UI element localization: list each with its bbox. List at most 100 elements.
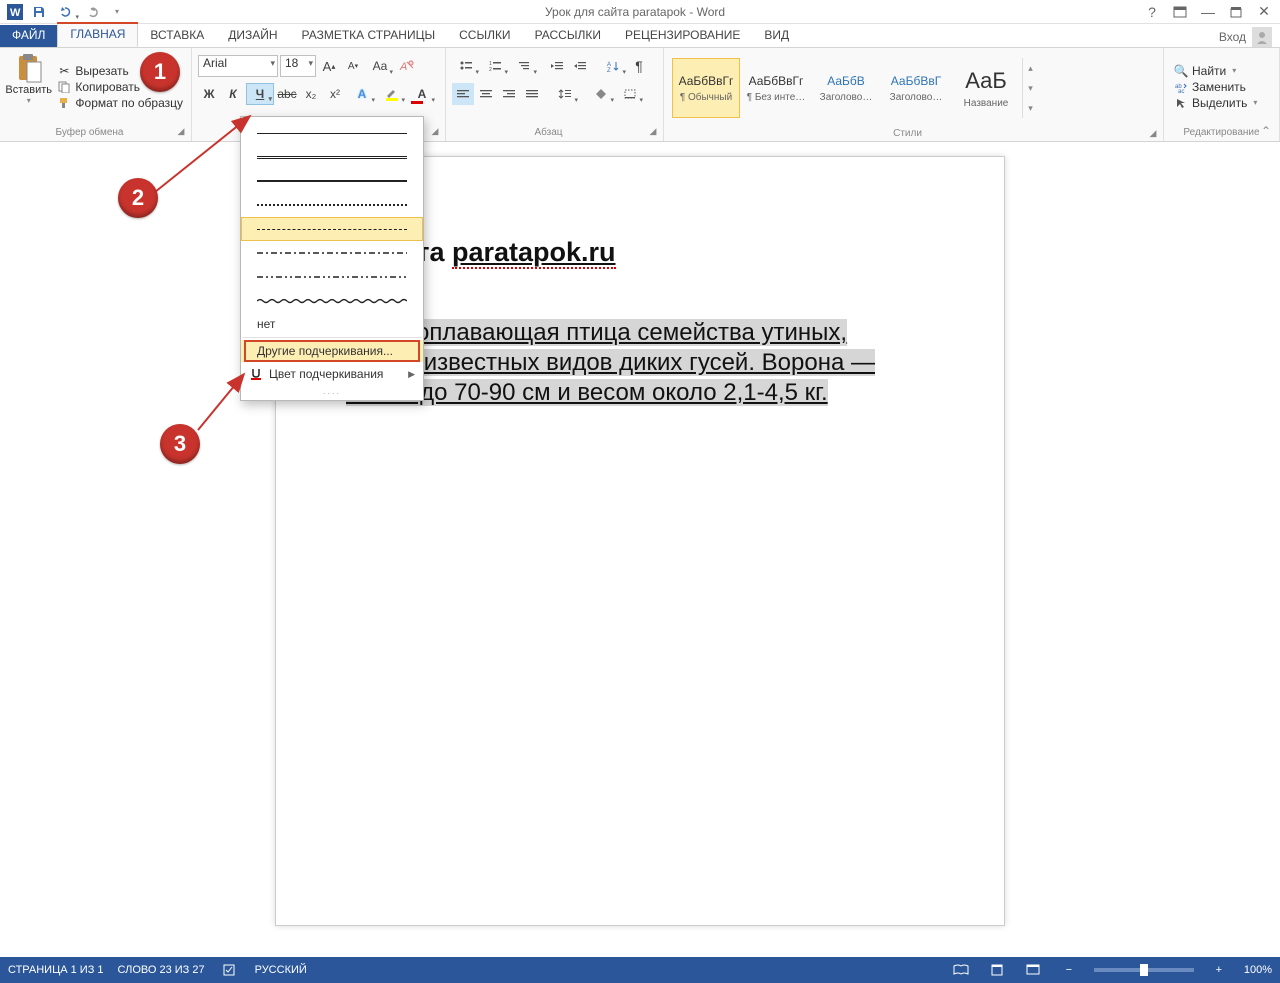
- borders-button[interactable]: [616, 83, 644, 105]
- brush-icon: [57, 96, 71, 110]
- document-area[interactable]: я сайта paratapok.ru — водоплавающая пти…: [0, 142, 1280, 957]
- status-language[interactable]: РУССКИЙ: [255, 964, 307, 976]
- highlight-button[interactable]: [378, 83, 406, 105]
- line-spacing-button[interactable]: [551, 83, 579, 105]
- font-name-combo[interactable]: Arial: [198, 55, 278, 77]
- qat-customize-button[interactable]: ▾: [106, 2, 128, 22]
- style-item[interactable]: АаБбВвГЗаголово…: [882, 58, 950, 118]
- styles-scroll[interactable]: ▴▾▾: [1022, 58, 1038, 118]
- status-words[interactable]: СЛОВО 23 ИЗ 27: [118, 964, 205, 976]
- styles-launcher[interactable]: ◢: [1147, 128, 1159, 140]
- paste-button[interactable]: Вставить: [5, 84, 52, 96]
- underline-more[interactable]: Другие подчеркивания...: [241, 340, 423, 362]
- shading-button[interactable]: [587, 83, 615, 105]
- view-read-button[interactable]: [950, 964, 972, 976]
- underline-button[interactable]: Ч: [246, 83, 274, 105]
- paste-icon[interactable]: [13, 52, 45, 84]
- group-label-styles: Стили: [668, 128, 1147, 139]
- tab-references[interactable]: ССЫЛКИ: [447, 25, 522, 47]
- align-center-button[interactable]: [475, 83, 497, 105]
- underline-wave[interactable]: [241, 289, 423, 313]
- collapse-ribbon-button[interactable]: ⌃: [1258, 123, 1274, 139]
- find-button[interactable]: 🔍Найти▾: [1174, 64, 1257, 78]
- underline-single[interactable]: [241, 121, 423, 145]
- bold-button[interactable]: Ж: [198, 83, 220, 105]
- redo-button[interactable]: [82, 2, 104, 22]
- group-label-clipboard: Буфер обмена: [4, 127, 175, 138]
- style-item[interactable]: АаБбВЗаголово…: [812, 58, 880, 118]
- style-item[interactable]: АаБбВвГг¶ Обычный: [672, 58, 740, 118]
- underline-dot-dot-dash[interactable]: [241, 265, 423, 289]
- underline-color[interactable]: Цвет подчеркивания ▶: [241, 362, 423, 386]
- format-painter-button[interactable]: Формат по образцу: [57, 96, 183, 110]
- outdent-button[interactable]: [546, 55, 568, 77]
- indent-button[interactable]: [569, 55, 591, 77]
- superscript-button[interactable]: x²: [324, 83, 346, 105]
- underline-dot-dash[interactable]: [241, 241, 423, 265]
- group-styles: АаБбВвГг¶ ОбычныйАаБбВвГг¶ Без инте…АаБб…: [664, 48, 1164, 141]
- underline-dotted[interactable]: [241, 193, 423, 217]
- login-link[interactable]: Вход: [1219, 30, 1246, 44]
- strikethrough-button[interactable]: abc: [276, 83, 298, 105]
- zoom-in-button[interactable]: +: [1208, 964, 1230, 976]
- callout-3: 3: [160, 424, 200, 464]
- ribbon-tabs: ФАЙЛ ГЛАВНАЯ ВСТАВКА ДИЗАЙН РАЗМЕТКА СТР…: [0, 24, 1280, 48]
- view-web-button[interactable]: [1022, 964, 1044, 976]
- tab-review[interactable]: РЕЦЕНЗИРОВАНИЕ: [613, 25, 752, 47]
- align-left-button[interactable]: [452, 83, 474, 105]
- undo-button[interactable]: [52, 2, 80, 22]
- change-case-button[interactable]: Aa: [366, 55, 394, 77]
- tab-insert[interactable]: ВСТАВКА: [138, 25, 216, 47]
- grow-font-button[interactable]: A▴: [318, 55, 340, 77]
- underline-double[interactable]: [241, 145, 423, 169]
- save-button[interactable]: [28, 2, 50, 22]
- style-item[interactable]: АаБНазвание: [952, 58, 1020, 118]
- align-justify-button[interactable]: [521, 83, 543, 105]
- italic-button[interactable]: К: [222, 83, 244, 105]
- zoom-slider[interactable]: [1094, 968, 1194, 972]
- numbering-button[interactable]: 12: [481, 55, 509, 77]
- select-button[interactable]: Выделить▾: [1174, 96, 1257, 110]
- status-page[interactable]: СТРАНИЦА 1 ИЗ 1: [8, 964, 104, 976]
- font-launcher[interactable]: ◢: [429, 126, 441, 138]
- tab-view[interactable]: ВИД: [752, 25, 801, 47]
- styles-gallery[interactable]: АаБбВвГг¶ ОбычныйАаБбВвГг¶ Без инте…АаБб…: [672, 52, 1038, 124]
- clipboard-launcher[interactable]: ◢: [175, 126, 187, 138]
- text-effects-button[interactable]: A: [348, 83, 376, 105]
- shrink-font-button[interactable]: A▾: [342, 55, 364, 77]
- help-button[interactable]: ?: [1142, 2, 1162, 22]
- underline-color-icon: [249, 367, 263, 381]
- maximize-button[interactable]: [1226, 2, 1246, 22]
- minimize-button[interactable]: —: [1198, 2, 1218, 22]
- quick-access-toolbar: W ▾: [0, 2, 128, 22]
- subscript-button[interactable]: x₂: [300, 83, 322, 105]
- multilevel-button[interactable]: [510, 55, 538, 77]
- replace-button[interactable]: abacЗаменить: [1174, 80, 1257, 94]
- style-item[interactable]: АаБбВвГг¶ Без инте…: [742, 58, 810, 118]
- close-button[interactable]: ✕: [1254, 2, 1274, 22]
- underline-dashed[interactable]: [241, 217, 423, 241]
- window-title: Урок для сайта paratapok - Word: [128, 5, 1142, 19]
- status-proofing-icon[interactable]: [219, 964, 241, 976]
- tab-home[interactable]: ГЛАВНАЯ: [57, 23, 138, 47]
- font-size-combo[interactable]: 18: [280, 55, 316, 77]
- underline-none[interactable]: нет: [241, 313, 423, 335]
- bullets-button[interactable]: [452, 55, 480, 77]
- view-print-button[interactable]: [986, 964, 1008, 976]
- tab-file[interactable]: ФАЙЛ: [0, 25, 57, 47]
- zoom-out-button[interactable]: −: [1058, 964, 1080, 976]
- tab-layout[interactable]: РАЗМЕТКА СТРАНИЦЫ: [290, 25, 448, 47]
- user-avatar-icon[interactable]: [1252, 27, 1272, 47]
- underline-thick[interactable]: [241, 169, 423, 193]
- align-right-button[interactable]: [498, 83, 520, 105]
- show-marks-button[interactable]: ¶: [628, 55, 650, 77]
- sort-button[interactable]: AZ: [599, 55, 627, 77]
- paragraph-launcher[interactable]: ◢: [647, 126, 659, 138]
- font-color-button[interactable]: A: [408, 83, 436, 105]
- clear-formatting-button[interactable]: A: [396, 55, 418, 77]
- svg-text:ac: ac: [1178, 89, 1184, 93]
- zoom-level[interactable]: 100%: [1244, 964, 1272, 976]
- tab-design[interactable]: ДИЗАЙН: [216, 25, 289, 47]
- tab-mailings[interactable]: РАССЫЛКИ: [523, 25, 613, 47]
- ribbon-display-button[interactable]: [1170, 2, 1190, 22]
